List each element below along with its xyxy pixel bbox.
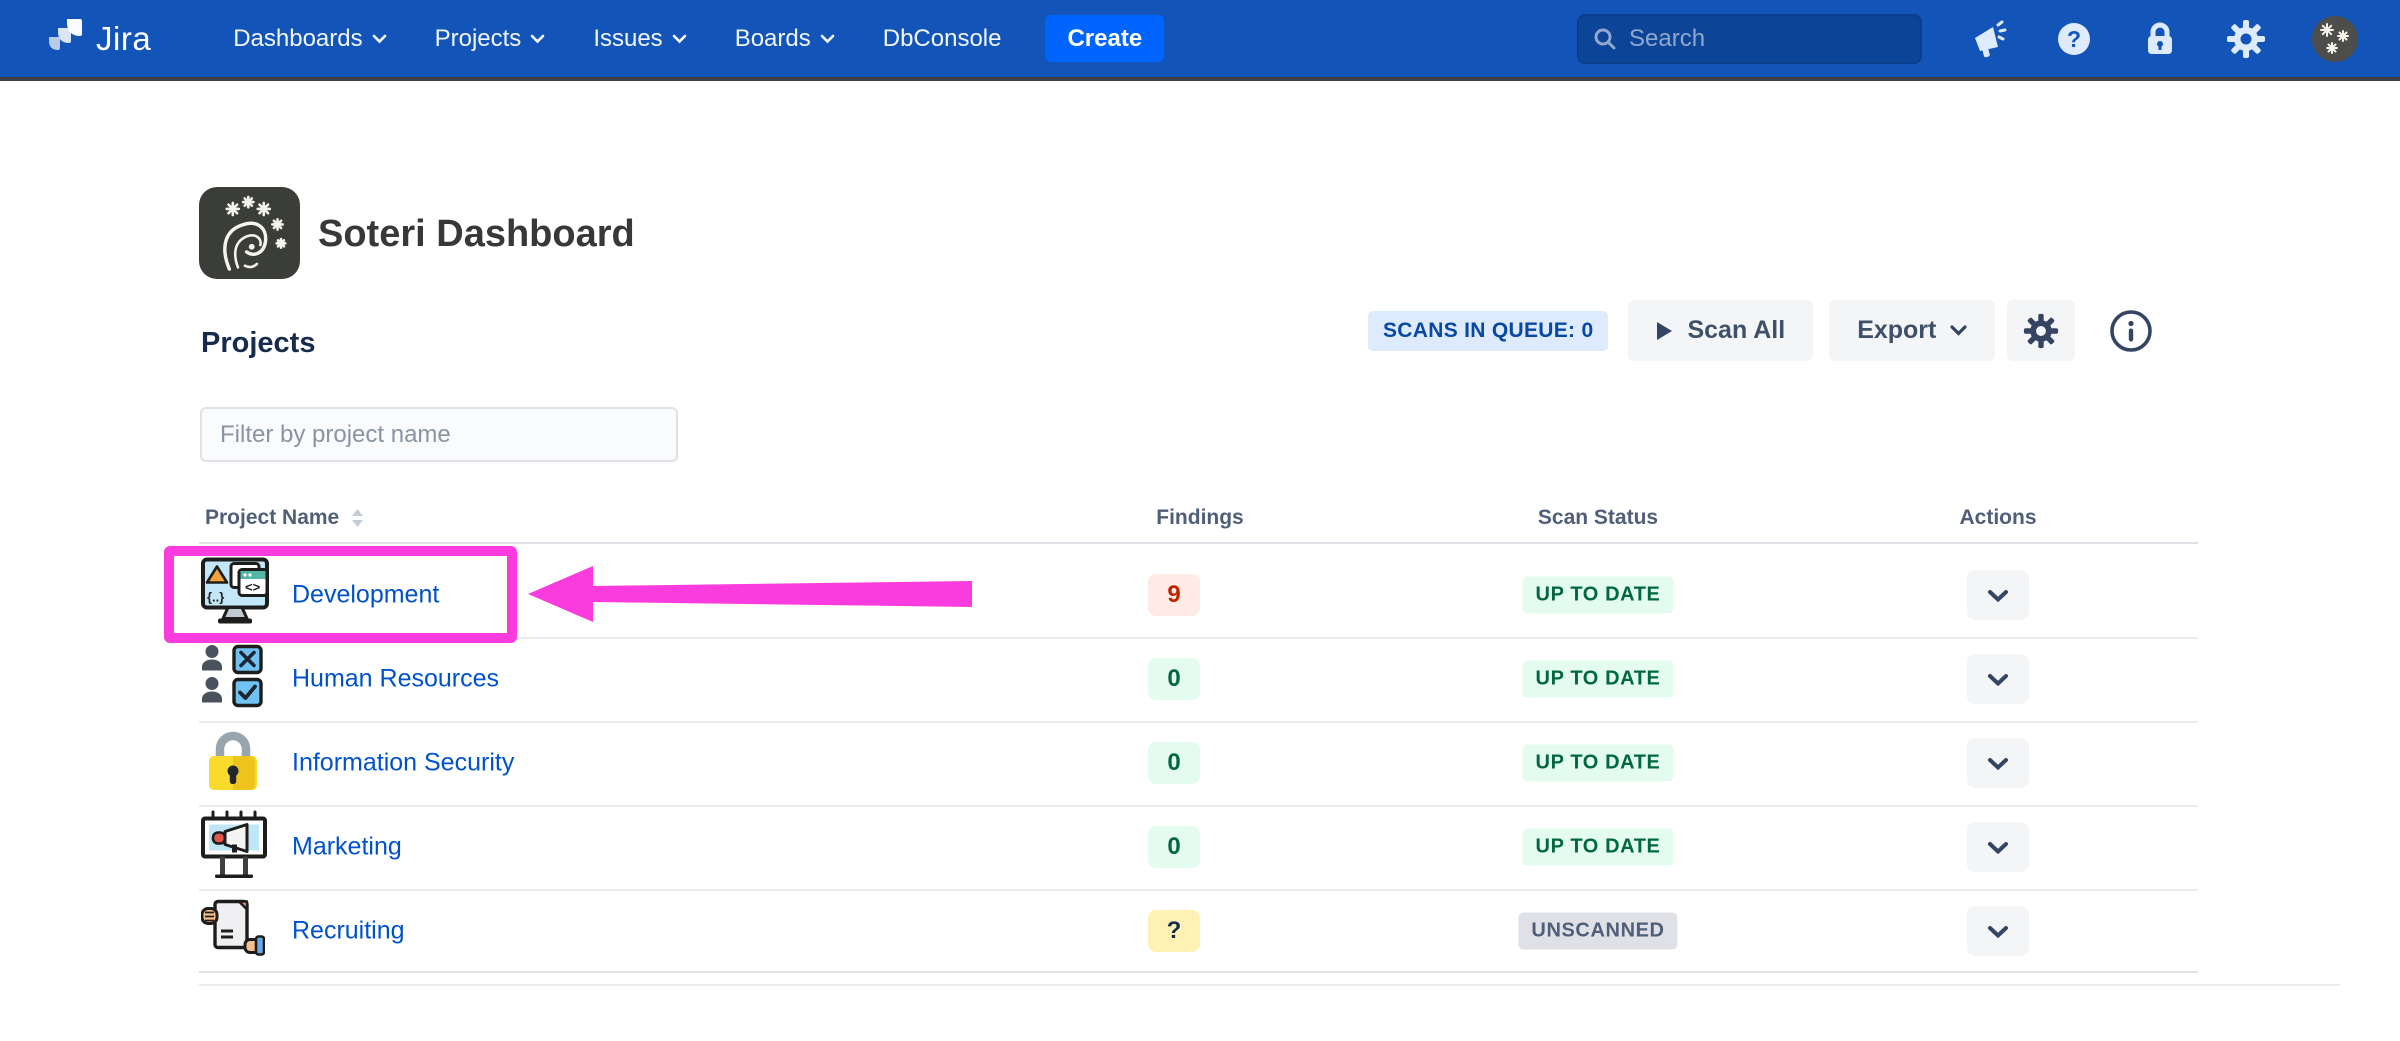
lock-icon[interactable] xyxy=(2140,19,2180,59)
human-resources-project-icon xyxy=(201,645,265,714)
nav-item-dbconsole[interactable]: DbConsole xyxy=(883,25,1002,53)
nav-item-issues[interactable]: Issues xyxy=(593,25,686,53)
export-button[interactable]: Export xyxy=(1829,300,1995,361)
marketing-project-icon xyxy=(201,811,267,884)
scans-in-queue-badge: SCANS IN QUEUE: 0 xyxy=(1368,311,1608,351)
page-title: Soteri Dashboard xyxy=(318,213,635,256)
projects-toolbar: SCANS IN QUEUE: 0 Scan All Export xyxy=(1368,300,2155,361)
svg-text:?: ? xyxy=(2067,26,2081,52)
row-actions-button[interactable] xyxy=(1967,906,2029,956)
panel-bottom-divider xyxy=(199,984,2340,986)
info-button[interactable] xyxy=(2107,307,2155,355)
jira-mark-icon xyxy=(46,16,86,61)
navbar-right: ? xyxy=(1577,0,2358,77)
help-icon[interactable]: ? xyxy=(2054,19,2094,59)
announcements-megaphone-icon[interactable] xyxy=(1968,19,2008,59)
table-row: Recruiting ? UNSCANNED xyxy=(199,889,2199,973)
findings-badge: 0 xyxy=(1148,742,1200,784)
table-row: Information Security 0 UP TO DATE xyxy=(199,721,2199,805)
project-link-human-resources[interactable]: Human Resources xyxy=(292,665,499,694)
play-icon xyxy=(1656,321,1673,341)
chevron-down-icon xyxy=(1950,325,1967,336)
scan-status-badge: UP TO DATE xyxy=(1523,829,1674,866)
project-filter-input[interactable] xyxy=(200,407,678,462)
info-icon xyxy=(2108,308,2154,354)
table-header-divider xyxy=(199,542,2198,544)
sort-icon xyxy=(351,508,364,528)
findings-badge: 9 xyxy=(1148,574,1200,616)
project-link-marketing[interactable]: Marketing xyxy=(292,833,402,862)
chevron-down-icon xyxy=(820,34,835,44)
row-actions-button[interactable] xyxy=(1967,570,2029,620)
nav-item-boards[interactable]: Boards xyxy=(735,25,835,53)
recruiting-project-icon xyxy=(201,900,265,963)
findings-badge: 0 xyxy=(1148,658,1200,700)
project-link-information-security[interactable]: Information Security xyxy=(292,749,514,778)
search-input[interactable] xyxy=(1629,25,1889,53)
jira-wordmark: Jira xyxy=(96,20,151,58)
chevron-down-icon xyxy=(530,34,545,44)
nav-menu: Dashboards Projects Issues Boards DbCons… xyxy=(233,25,1001,53)
scan-status-badge: UP TO DATE xyxy=(1523,745,1674,782)
create-button[interactable]: Create xyxy=(1045,15,1164,62)
nav-item-projects[interactable]: Projects xyxy=(435,25,546,53)
nav-item-dashboards[interactable]: Dashboards xyxy=(233,25,386,53)
column-header-findings: Findings xyxy=(1156,506,1244,530)
row-actions-button[interactable] xyxy=(1967,822,2029,872)
window-edge-divider xyxy=(0,77,2400,81)
scan-status-badge: UP TO DATE xyxy=(1523,661,1674,698)
table-row: {..} <> Development 9 UP TO DATE xyxy=(199,553,2199,637)
chevron-down-icon xyxy=(1987,841,2009,854)
information-security-project-icon xyxy=(207,729,259,797)
row-actions-button[interactable] xyxy=(1967,738,2029,788)
column-header-project-name[interactable]: Project Name xyxy=(205,506,364,530)
findings-badge: 0 xyxy=(1148,826,1200,868)
chevron-down-icon xyxy=(372,34,387,44)
column-header-actions: Actions xyxy=(1959,506,2036,530)
page: Jira Dashboards Projects Issues Boards D… xyxy=(0,0,2400,1041)
development-project-icon: {..} <> xyxy=(201,558,273,633)
gear-icon[interactable] xyxy=(2226,19,2266,59)
project-link-recruiting[interactable]: Recruiting xyxy=(292,917,405,946)
scan-status-badge: UNSCANNED xyxy=(1518,913,1677,950)
settings-gear-button[interactable] xyxy=(2007,300,2075,361)
chevron-down-icon xyxy=(1987,757,2009,770)
svg-text:{..}: {..} xyxy=(207,590,224,605)
project-link-development[interactable]: Development xyxy=(292,581,439,610)
search-icon xyxy=(1593,27,1617,51)
jira-logo[interactable]: Jira xyxy=(46,16,151,61)
scan-all-button[interactable]: Scan All xyxy=(1628,300,1813,361)
chevron-down-icon xyxy=(1987,589,2009,602)
column-header-scan-status: Scan Status xyxy=(1538,506,1658,530)
chevron-down-icon xyxy=(1987,673,2009,686)
svg-text:<>: <> xyxy=(245,580,261,595)
soteri-app-logo xyxy=(199,187,300,279)
chevron-down-icon xyxy=(672,34,687,44)
chevron-down-icon xyxy=(1987,925,2009,938)
gear-icon xyxy=(2023,313,2059,349)
row-actions-button[interactable] xyxy=(1967,654,2029,704)
scan-status-badge: UP TO DATE xyxy=(1523,577,1674,614)
user-avatar[interactable] xyxy=(2312,16,2358,62)
table-row: Human Resources 0 UP TO DATE xyxy=(199,637,2199,721)
projects-heading: Projects xyxy=(201,327,315,360)
search-box[interactable] xyxy=(1577,14,1922,64)
top-navbar: Jira Dashboards Projects Issues Boards D… xyxy=(0,0,2400,77)
findings-badge: ? xyxy=(1148,910,1200,952)
table-row: Marketing 0 UP TO DATE xyxy=(199,805,2199,889)
